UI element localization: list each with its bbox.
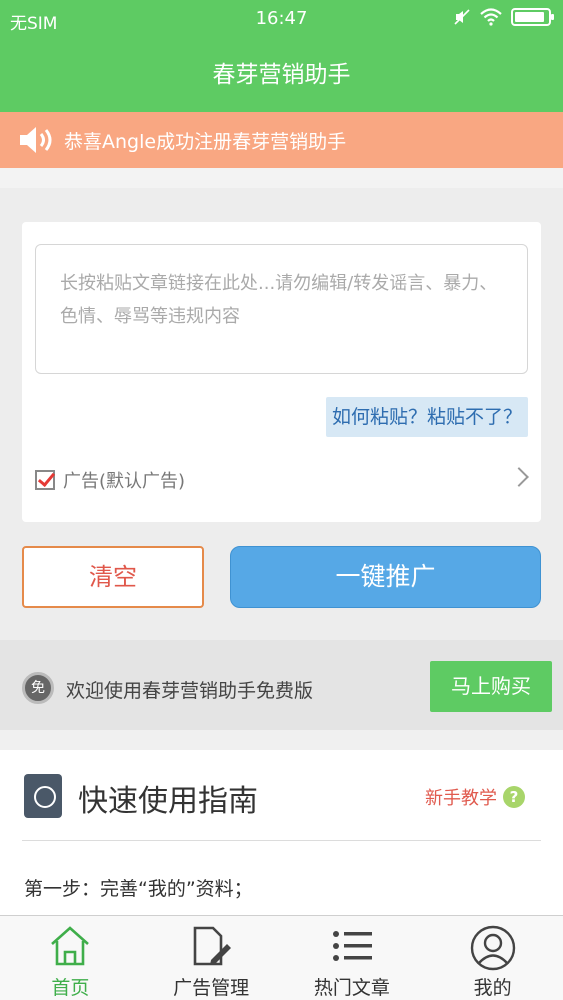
wifi-icon — [480, 8, 502, 26]
ad-edit-icon — [193, 926, 232, 966]
speaker-icon — [20, 127, 52, 153]
quick-guide: 快速使用指南 新手教学 ? 第一步：完善“我的”资料； — [0, 750, 563, 920]
status-icons — [453, 8, 554, 26]
ad-checkbox[interactable] — [35, 470, 55, 490]
tab-ad-management[interactable]: 广告管理 — [141, 916, 282, 1000]
notice-text: 恭喜Angle成功注册春芽营销助手 — [64, 130, 347, 153]
guide-step-1: 第一步：完善“我的”资料； — [24, 878, 253, 900]
notice-banner: 恭喜Angle成功注册春芽营销助手 — [0, 112, 563, 168]
tab-label: 广告管理 — [173, 977, 250, 999]
list-icon — [332, 931, 372, 961]
guide-title: 快速使用指南 — [78, 784, 258, 819]
tab-hot-articles[interactable]: 热门文章 — [282, 916, 423, 1000]
home-icon — [51, 926, 90, 966]
chevron-right-icon — [509, 467, 529, 487]
newbie-tutorial-label: 新手教学 — [425, 788, 497, 809]
newbie-tutorial-link[interactable]: 新手教学 ? — [425, 784, 525, 810]
one-click-promote-button[interactable]: 一键推广 — [230, 546, 541, 608]
article-link-input[interactable]: 长按粘贴文章链接在此处...请勿编辑/转发谣言、暴力、色情、辱骂等违规内容 — [35, 244, 528, 374]
tab-label: 我的 — [473, 977, 512, 999]
free-version-strip: 免 欢迎使用春芽营销助手免费版 马上购买 — [0, 640, 563, 730]
tab-home[interactable]: 首页 — [0, 916, 141, 1000]
battery-level — [515, 12, 544, 22]
battery-icon — [511, 8, 554, 26]
ad-label: 广告(默认广告) — [63, 471, 186, 492]
bottom-tab-bar: 首页 广告管理 热门文章 我的 — [0, 915, 563, 1000]
user-icon — [470, 925, 515, 971]
tab-label: 首页 — [51, 977, 90, 999]
how-to-paste-link[interactable]: 如何粘贴？粘贴不了？ — [325, 397, 528, 437]
mute-icon — [454, 9, 470, 25]
ad-selector[interactable]: 广告(默认广告) — [35, 462, 529, 498]
clear-button[interactable]: 清空 — [22, 546, 204, 608]
free-version-text: 欢迎使用春芽营销助手免费版 — [66, 680, 314, 702]
divider — [22, 840, 541, 841]
tab-label: 热门文章 — [313, 977, 390, 999]
help-icon: ? — [503, 786, 525, 808]
status-bar: 无SIM 16:47 — [0, 0, 563, 38]
paste-panel: 长按粘贴文章链接在此处...请勿编辑/转发谣言、暴力、色情、辱骂等违规内容 如何… — [0, 188, 563, 640]
spacer — [0, 168, 563, 188]
free-badge-icon: 免 — [22, 672, 54, 704]
app-title: 春芽营销助手 — [0, 38, 563, 112]
paste-card: 长按粘贴文章链接在此处...请勿编辑/转发谣言、暴力、色情、辱骂等违规内容 如何… — [22, 222, 541, 522]
buy-now-button[interactable]: 马上购买 — [430, 661, 552, 712]
tab-mine[interactable]: 我的 — [422, 916, 563, 1000]
guide-book-icon — [24, 774, 62, 818]
